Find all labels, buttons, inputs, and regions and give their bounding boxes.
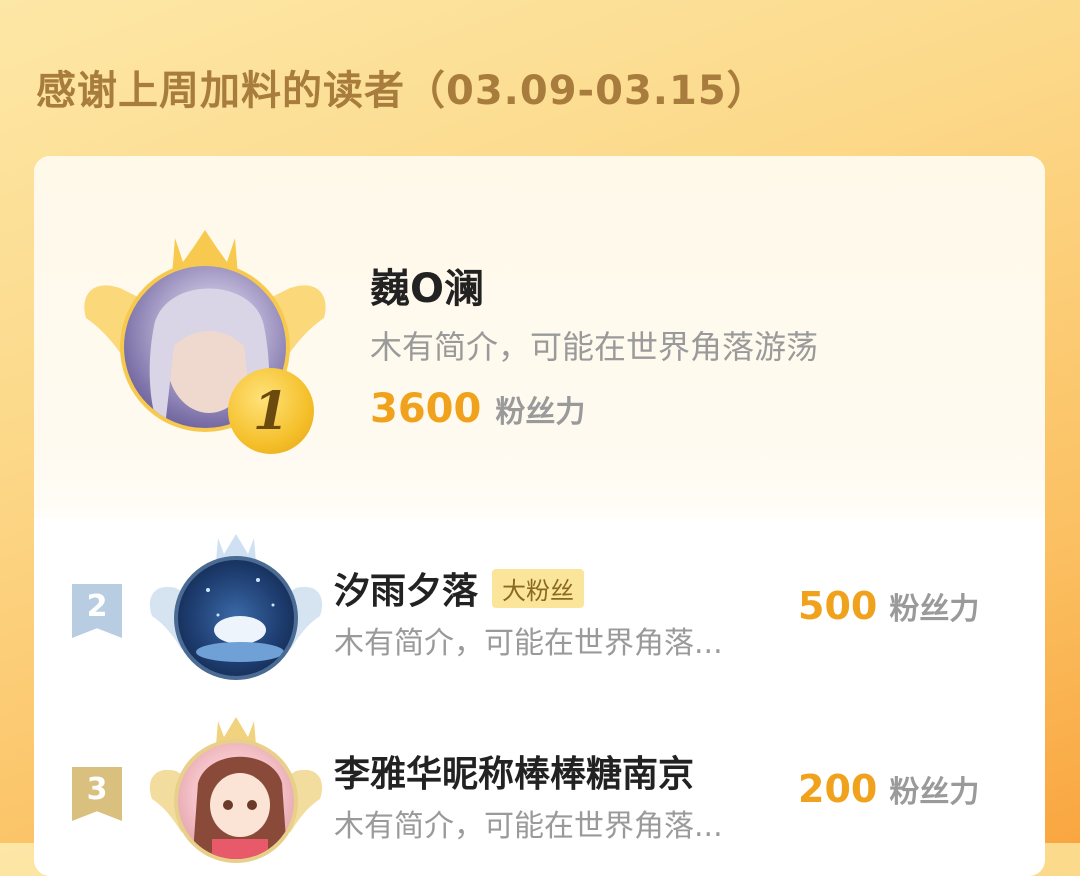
fan-power-unit: 粉丝力	[495, 395, 586, 430]
rank-3-avatar-frame	[146, 711, 326, 876]
rank-badge: 2	[72, 584, 122, 638]
reader-bio: 木有简介，可能在世界角落...	[334, 626, 723, 661]
reader-name-text: 李雅华昵称棒棒糖南京	[334, 754, 695, 795]
avatar[interactable]	[174, 739, 298, 863]
fan-power-unit: 粉丝力	[889, 775, 980, 810]
reader-name[interactable]: 汐雨夕落 大粉丝	[334, 562, 585, 614]
list-item[interactable]: 2 汐雨夕落 大粉丝 木有简介，可能在世界角落... 500 粉丝力	[34, 518, 1045, 698]
list-item[interactable]: 3 李雅华昵称棒棒糖南京 木有简介，可能在世界角落... 200 粉丝力	[34, 701, 1045, 876]
top-reader-section[interactable]: 1 巍O澜 木有简介，可能在世界角落游荡 3600 粉丝力	[34, 156, 1045, 518]
rank-badge: 3	[72, 767, 122, 821]
fan-power-value: 200	[798, 767, 878, 811]
fan-power: 500 粉丝力	[798, 584, 979, 628]
fan-power: 3600 粉丝力	[370, 386, 585, 432]
avatar[interactable]	[174, 556, 298, 680]
reader-bio: 木有简介，可能在世界角落...	[334, 809, 723, 844]
rank-1-badge: 1	[228, 368, 314, 454]
rank-2-avatar-frame	[146, 528, 326, 698]
page-title: 感谢上周加料的读者（03.09-03.15）	[36, 68, 768, 114]
fan-tag-badge: 大粉丝	[492, 568, 585, 608]
rank-1-avatar-frame: 1	[80, 218, 330, 458]
fan-power-value: 3600	[370, 386, 482, 432]
fan-power: 200 粉丝力	[798, 767, 979, 811]
fan-power-value: 500	[798, 584, 878, 628]
reader-name[interactable]: 李雅华昵称棒棒糖南京	[334, 745, 694, 797]
reader-ranking-card: 1 巍O澜 木有简介，可能在世界角落游荡 3600 粉丝力 2 汐雨夕落 大粉丝…	[34, 156, 1045, 876]
reader-name[interactable]: 巍O澜	[370, 256, 484, 314]
reader-name-text: 汐雨夕落	[334, 571, 479, 612]
reader-bio: 木有简介，可能在世界角落游荡	[370, 328, 819, 366]
fan-power-unit: 粉丝力	[889, 592, 980, 627]
